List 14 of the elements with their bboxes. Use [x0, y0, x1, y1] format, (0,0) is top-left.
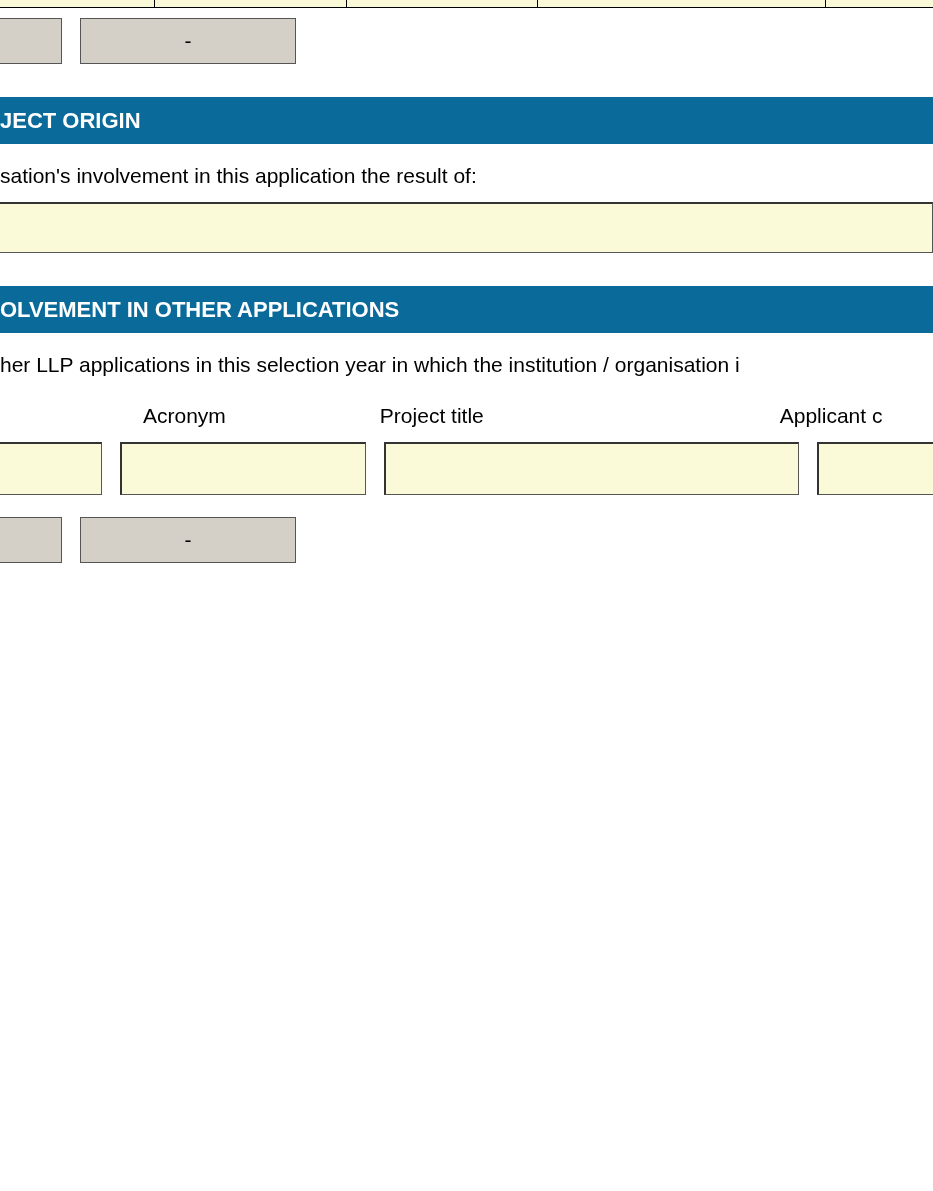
remove-button[interactable]: -: [80, 18, 296, 64]
remove-button[interactable]: -: [80, 516, 296, 563]
column-header: Project title: [379, 403, 484, 429]
input-field[interactable]: [817, 441, 933, 495]
column-header: Applicant c: [779, 403, 883, 429]
question-text: sation's involvement in this application the result of:: [0, 163, 478, 189]
input-field[interactable]: [0, 441, 102, 495]
input-field[interactable]: [0, 201, 933, 253]
input-field[interactable]: [384, 441, 799, 495]
section-header: JECT ORIGIN: [0, 97, 933, 144]
input-field[interactable]: [120, 441, 366, 495]
question-text: her LLP applications in this selection year in which the institution / organisation i: [0, 351, 741, 378]
section-header: OLVEMENT IN OTHER APPLICATIONS: [0, 285, 933, 333]
column-header: Acronym: [143, 403, 226, 429]
